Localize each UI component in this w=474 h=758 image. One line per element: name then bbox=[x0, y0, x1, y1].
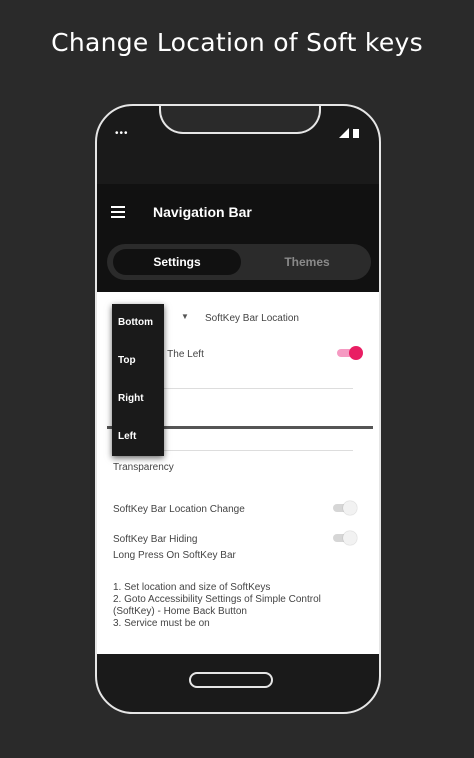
app-bar: Navigation Bar Settings Themes bbox=[97, 184, 379, 292]
tab-bar: Settings Themes bbox=[107, 244, 371, 280]
tab-settings[interactable]: Settings bbox=[113, 249, 241, 275]
headline: Change Location of Soft keys bbox=[51, 28, 423, 57]
hiding-toggle[interactable] bbox=[333, 531, 359, 545]
phone-notch bbox=[159, 106, 321, 134]
tab-themes[interactable]: Themes bbox=[247, 249, 367, 275]
app-title: Navigation Bar bbox=[153, 204, 252, 220]
dropdown-option-bottom[interactable]: Bottom bbox=[112, 304, 164, 342]
hiding-label: SoftKey Bar Hiding bbox=[113, 534, 198, 545]
dropdown-option-top[interactable]: Top bbox=[112, 342, 164, 380]
left-toggle[interactable] bbox=[337, 346, 363, 360]
instructions: 1. Set location and size of SoftKeys 2. … bbox=[113, 582, 353, 630]
status-bar-icons bbox=[339, 125, 359, 143]
location-change-label: SoftKey Bar Location Change bbox=[113, 504, 245, 515]
signal-icon bbox=[339, 125, 349, 143]
location-change-toggle[interactable] bbox=[333, 501, 359, 515]
location-dropdown-menu: Bottom Top Right Left bbox=[112, 304, 164, 456]
dropdown-option-right[interactable]: Right bbox=[112, 380, 164, 418]
instruction-line: 3. Service must be on bbox=[113, 618, 210, 629]
instruction-line: (SoftKey) - Home Back Button bbox=[113, 606, 247, 617]
softkey-location-label: SoftKey Bar Location bbox=[205, 313, 299, 324]
home-indicator[interactable] bbox=[189, 672, 273, 688]
status-bar-dots: ••• bbox=[115, 128, 129, 139]
hamburger-menu-icon[interactable] bbox=[111, 206, 125, 218]
dropdown-arrow-icon[interactable]: ▼ bbox=[181, 312, 189, 321]
battery-icon bbox=[353, 125, 359, 143]
long-press-label: Long Press On SoftKey Bar bbox=[113, 550, 236, 561]
left-option-label: n The Left bbox=[159, 349, 204, 360]
instruction-line: 2. Goto Accessibility Settings of Simple… bbox=[113, 594, 321, 605]
transparency-label: Transparency bbox=[113, 462, 174, 473]
instruction-line: 1. Set location and size of SoftKeys bbox=[113, 582, 271, 593]
dropdown-option-left[interactable]: Left bbox=[112, 418, 164, 456]
